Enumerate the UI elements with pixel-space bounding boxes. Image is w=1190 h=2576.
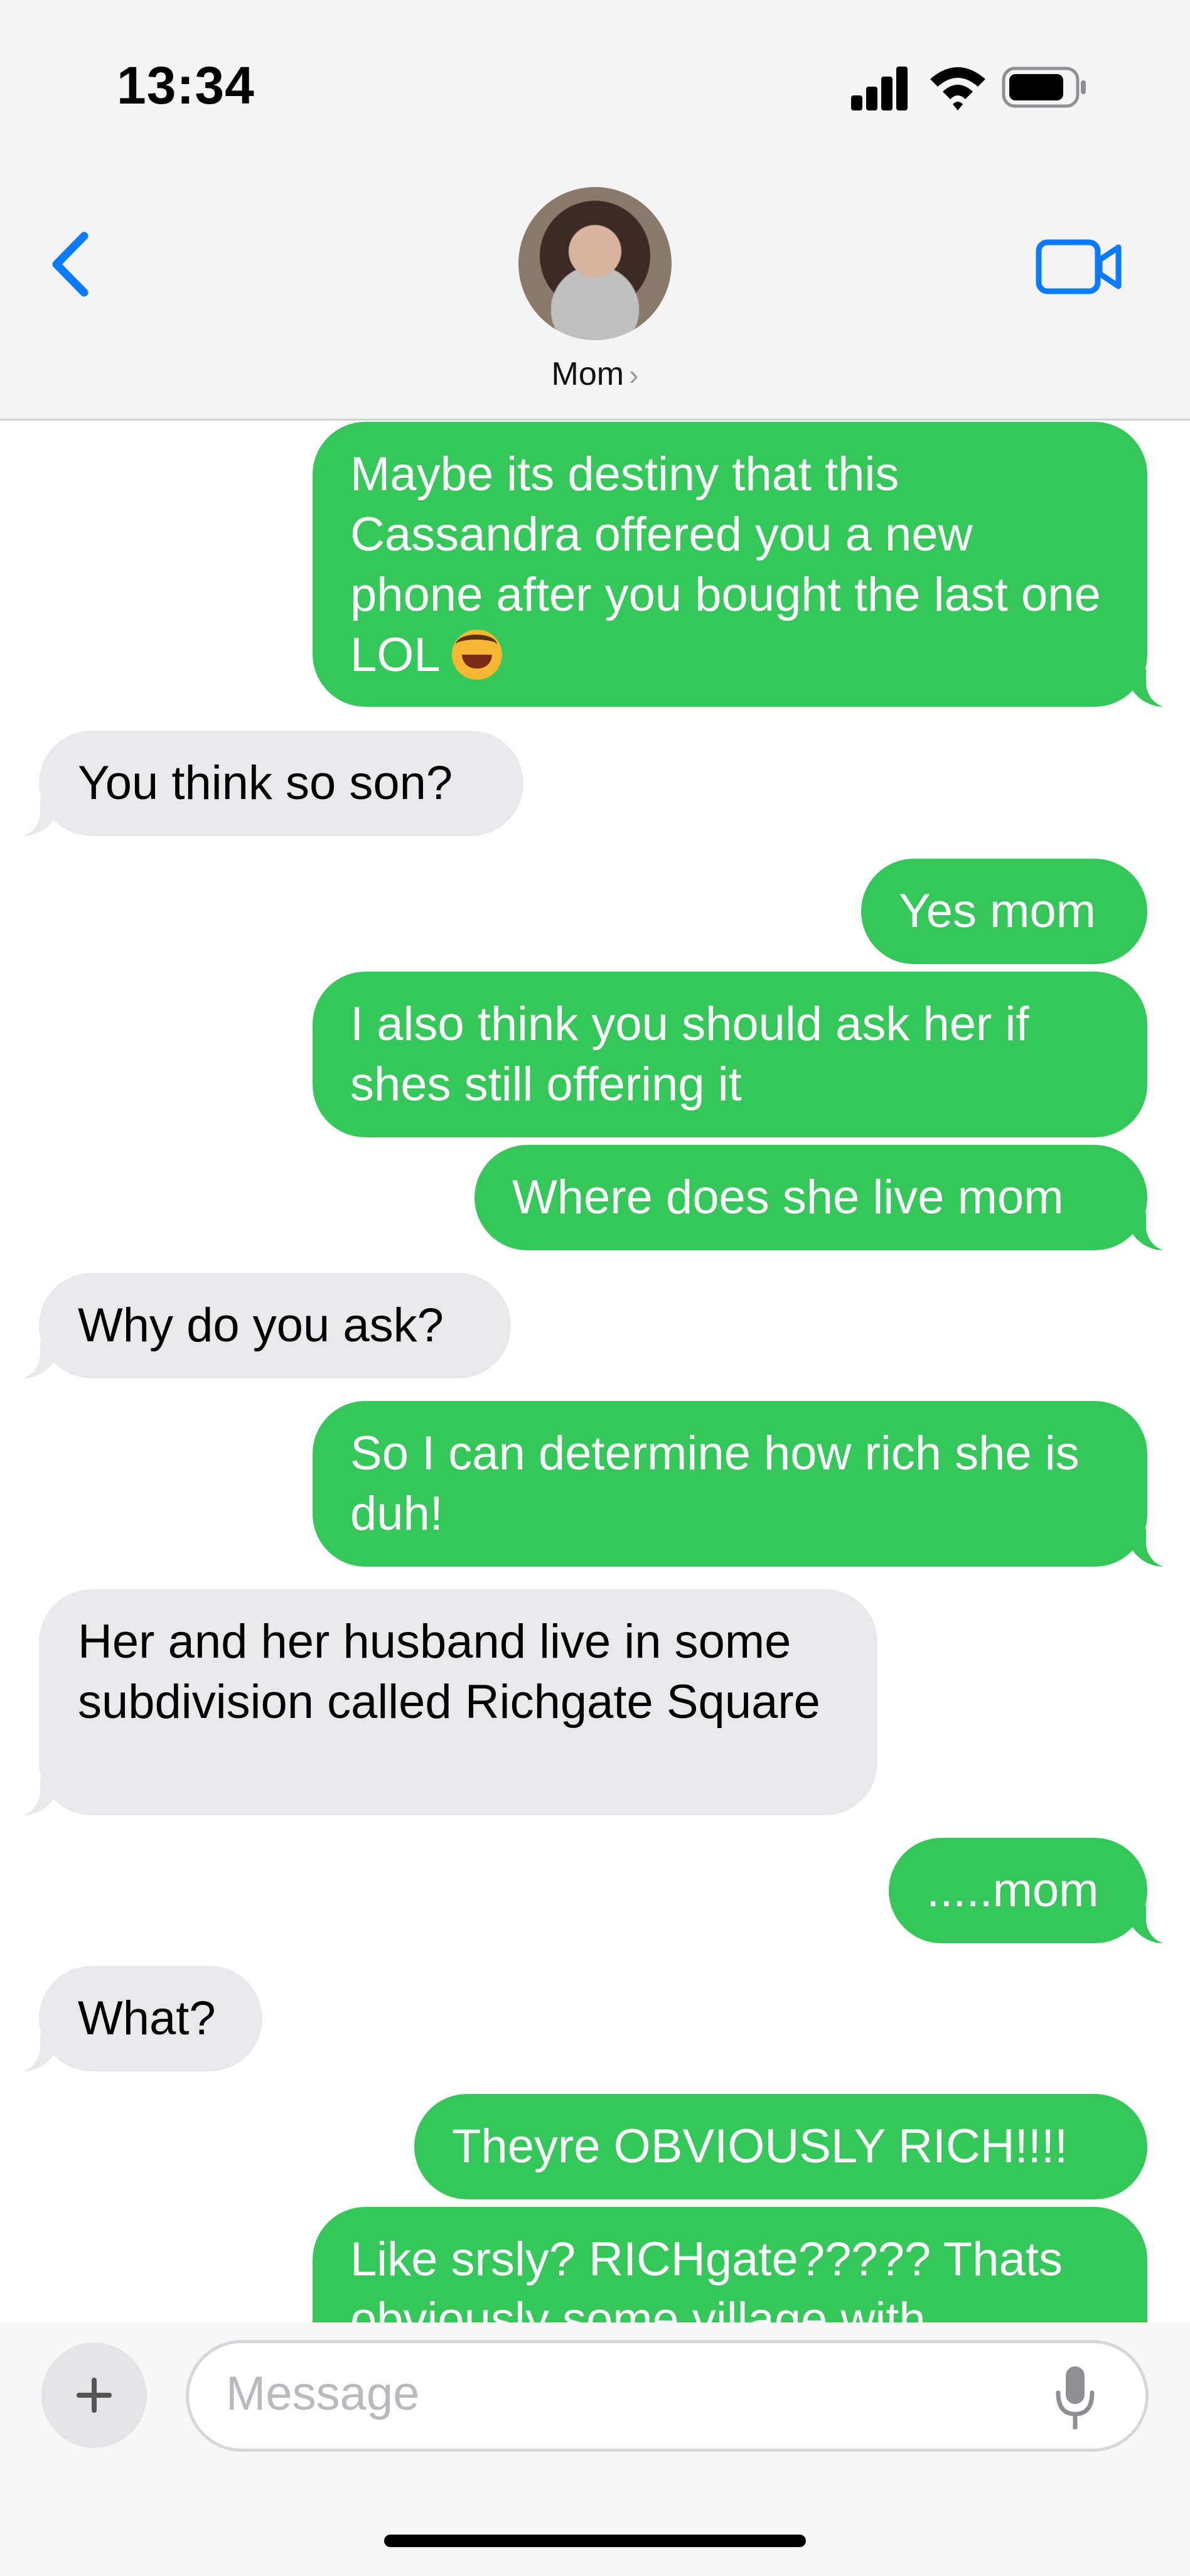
message-bubble-incoming[interactable]: Her and her husband live in some subdivi… [8, 1589, 877, 1817]
message-bubble-outgoing[interactable]: Maybe its destiny that this Cassandra of… [313, 422, 1179, 708]
message-bubble-incoming[interactable]: What? [8, 1966, 262, 2073]
navigation-header: 13:34 Mom › [0, 0, 1190, 421]
contact-name-button[interactable]: Mom › [0, 355, 1190, 393]
message-text: Her and her husband live in some subdivi… [78, 1615, 820, 1729]
message-text: So I can determine how rich she is duh! [350, 1427, 1080, 1540]
rolling-on-floor-laughing-icon [451, 630, 502, 680]
contact-name: Mom [551, 356, 624, 392]
message-bubble-incoming[interactable]: Why do you ask? [8, 1273, 511, 1380]
back-chevron-icon[interactable] [45, 230, 95, 299]
message-text: Why do you ask? [78, 1299, 444, 1352]
message-bubble-incoming[interactable]: You think so son? [8, 731, 523, 837]
message-bubble-outgoing[interactable]: So I can determine how rich she is duh! [313, 1401, 1179, 1568]
message-text: .....mom [926, 1864, 1099, 1917]
message-bubble-outgoing[interactable]: .....mom [889, 1838, 1179, 1945]
message-text: I also think you should ask her if shes … [350, 997, 1029, 1111]
cellular-signal-icon [851, 67, 909, 110]
message-text: Where does she live mom [512, 1171, 1064, 1224]
battery-icon [1002, 67, 1086, 108]
message-bubble-outgoing[interactable]: Where does she live mom [474, 1145, 1179, 1252]
add-attachment-button[interactable] [41, 2343, 147, 2448]
microphone-icon[interactable] [1053, 2364, 1097, 2433]
message-text: Theyre OBVIOUSLY RICH!!!! [452, 2120, 1068, 2173]
message-bubble-outgoing[interactable]: Theyre OBVIOUSLY RICH!!!! [414, 2094, 1147, 2199]
message-text: You think so son? [78, 756, 453, 810]
status-time: 13:34 [117, 56, 255, 115]
message-bubble-outgoing[interactable]: I also think you should ask her if shes … [313, 972, 1147, 1137]
video-call-icon[interactable] [1036, 239, 1123, 295]
chevron-right-icon: › [629, 358, 639, 391]
contact-avatar[interactable] [518, 187, 672, 340]
message-text: What? [78, 1992, 216, 2045]
message-text: Yes mom [899, 884, 1096, 938]
home-indicator [384, 2535, 806, 2547]
message-placeholder: Message [226, 2367, 420, 2420]
wifi-icon [930, 67, 985, 110]
message-bubble-outgoing[interactable]: Yes mom [861, 859, 1147, 964]
